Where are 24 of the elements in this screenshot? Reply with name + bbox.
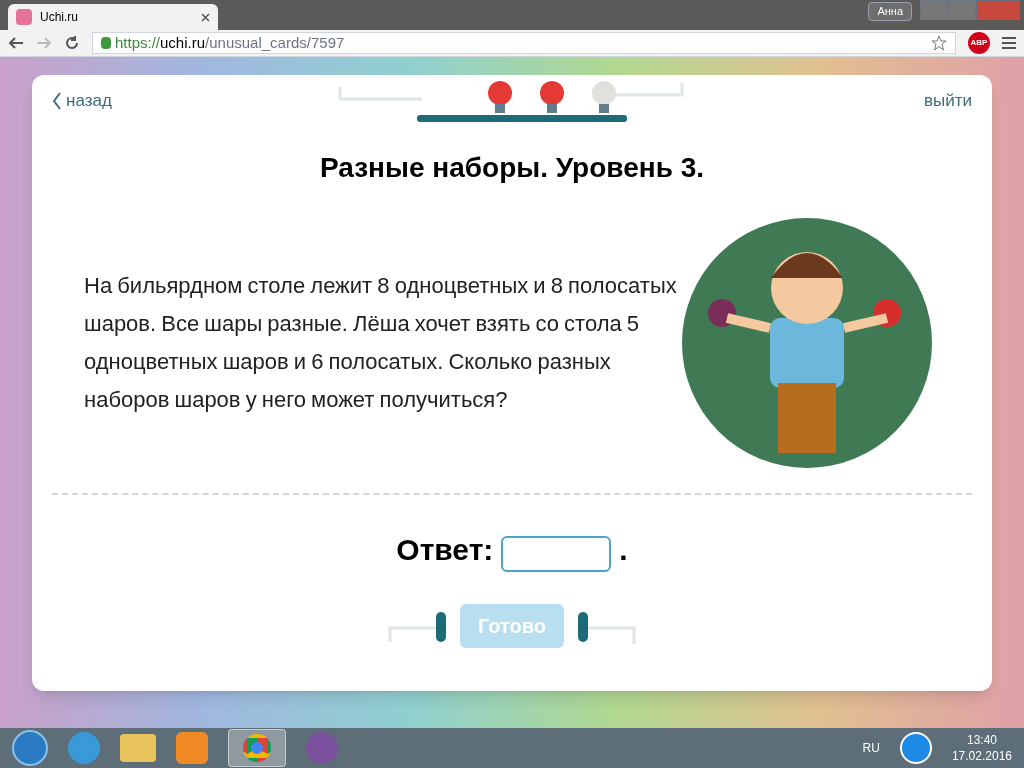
back-link[interactable]: назад xyxy=(52,88,292,114)
reload-icon[interactable] xyxy=(64,35,80,51)
answer-period: . xyxy=(619,532,628,568)
back-icon[interactable] xyxy=(8,36,24,50)
start-button[interactable] xyxy=(12,730,48,766)
url-text: https://uchi.ru/unusual_cards/7597 xyxy=(115,32,345,53)
forward-icon[interactable] xyxy=(36,36,52,50)
answer-field[interactable] xyxy=(501,536,612,572)
adblock-button[interactable]: ABP xyxy=(968,32,990,54)
address-bar[interactable]: https://uchi.ru/unusual_cards/7597 xyxy=(92,32,956,54)
language-indicator[interactable]: RU xyxy=(862,740,880,756)
menu-icon[interactable] xyxy=(1002,37,1016,49)
chevron-left-icon xyxy=(52,92,62,110)
profile-button[interactable]: Анна xyxy=(868,2,912,21)
task-title: Разные наборы. Уровень 3. xyxy=(319,151,705,185)
clock[interactable]: 13:40 17.02.2016 xyxy=(951,732,1012,764)
clock-time: 13:40 xyxy=(966,732,997,748)
question-text: На бильярдном столе лежит 8 одноцветных и 8 полосатых шаров. Все шары разные. Лёша хочет взять со стола 5 одноцветных шаров и 6 полосатых. Сколько разных наборов шаров у него может получиться? xyxy=(84,272,678,414)
clock-date: 17.02.2016 xyxy=(951,748,1012,764)
close-icon[interactable] xyxy=(201,12,210,22)
bookmark-star-icon[interactable] xyxy=(931,35,947,51)
answer-label: Ответ: xyxy=(396,532,494,568)
exit-link[interactable]: выйти xyxy=(732,88,972,114)
chrome-taskbar-button[interactable] xyxy=(228,729,286,767)
